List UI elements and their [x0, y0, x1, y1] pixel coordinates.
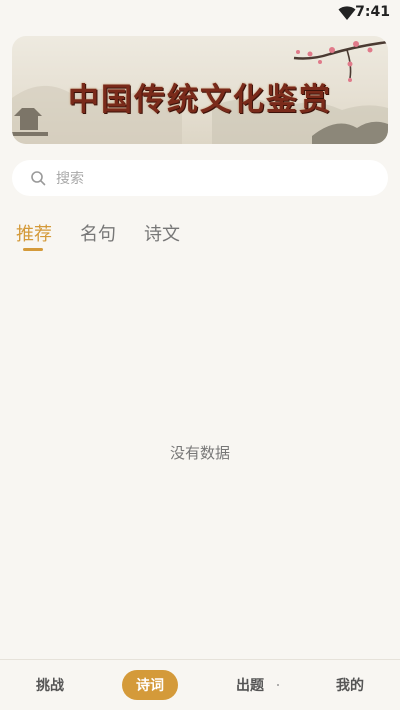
tab-famous-lines[interactable]: 名句	[80, 220, 116, 246]
status-bar: 7:41	[0, 0, 400, 26]
nav-quiz-label: 出题	[236, 678, 264, 694]
nav-mine-label: 我的	[336, 678, 364, 694]
nav-challenge-label: 挑战	[36, 678, 64, 694]
tab-recommend[interactable]: 推荐	[16, 220, 52, 246]
bottom-navigation: 挑战 诗词 出题 我的	[0, 659, 400, 710]
search-bar[interactable]	[12, 160, 388, 196]
empty-state-text: 没有数据	[169, 444, 230, 462]
search-input[interactable]	[54, 166, 378, 192]
banner[interactable]: 中国传统文化鉴赏	[12, 36, 388, 144]
nav-poetry-label: 诗词	[122, 670, 178, 700]
banner-title: 中国传统文化鉴赏	[68, 82, 332, 118]
nav-mine[interactable]: 我的	[300, 660, 400, 710]
nav-quiz[interactable]: 出题	[200, 660, 300, 710]
nav-poetry[interactable]: 诗词	[100, 660, 200, 710]
status-time: 7:41	[355, 4, 390, 20]
search-icon	[31, 171, 46, 186]
decorative-dot	[277, 684, 279, 686]
active-tab-indicator	[23, 248, 43, 251]
nav-challenge[interactable]: 挑战	[0, 660, 100, 710]
wifi-icon	[338, 6, 356, 20]
tab-poems[interactable]: 诗文	[144, 220, 180, 246]
